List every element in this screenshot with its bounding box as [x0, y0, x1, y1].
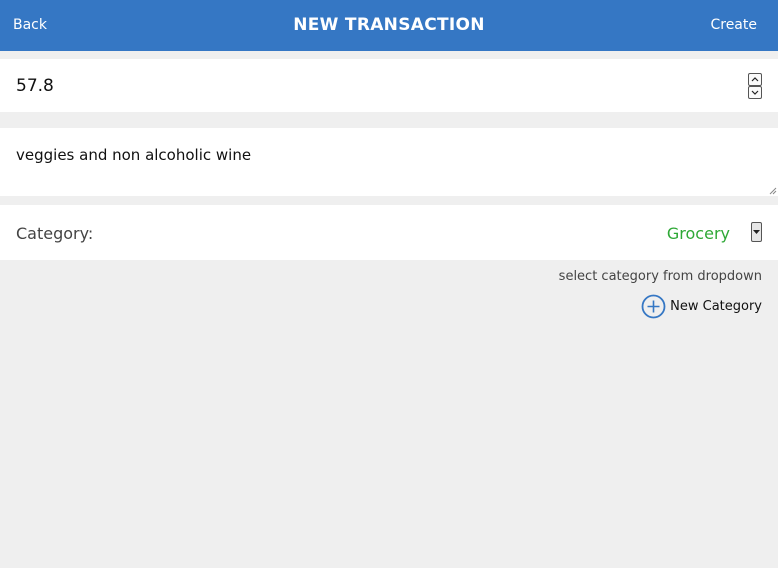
new-category-label[interactable]: New Category: [670, 299, 762, 314]
category-label: Category:: [16, 224, 94, 243]
create-button[interactable]: Create: [710, 17, 757, 33]
resize-handle-icon[interactable]: [768, 186, 777, 195]
amount-field[interactable]: 57.8: [0, 59, 778, 112]
category-hint: select category from dropdown: [558, 269, 762, 284]
description-field[interactable]: veggies and non alcoholic wine: [0, 128, 778, 196]
description-value[interactable]: veggies and non alcoholic wine: [16, 146, 251, 164]
chevron-up-icon[interactable]: [748, 73, 762, 86]
chevron-down-icon[interactable]: [748, 86, 762, 99]
app-header: Back NEW TRANSACTION Create: [0, 0, 778, 51]
amount-value[interactable]: 57.8: [16, 76, 54, 96]
category-row: Category: Grocery: [0, 205, 778, 260]
category-select[interactable]: Grocery: [667, 224, 730, 243]
page-title: NEW TRANSACTION: [293, 15, 485, 35]
caret-down-icon[interactable]: [751, 222, 762, 242]
amount-stepper[interactable]: [748, 73, 762, 99]
new-category-button[interactable]: New Category: [641, 293, 762, 319]
plus-circle-icon[interactable]: [641, 294, 666, 319]
